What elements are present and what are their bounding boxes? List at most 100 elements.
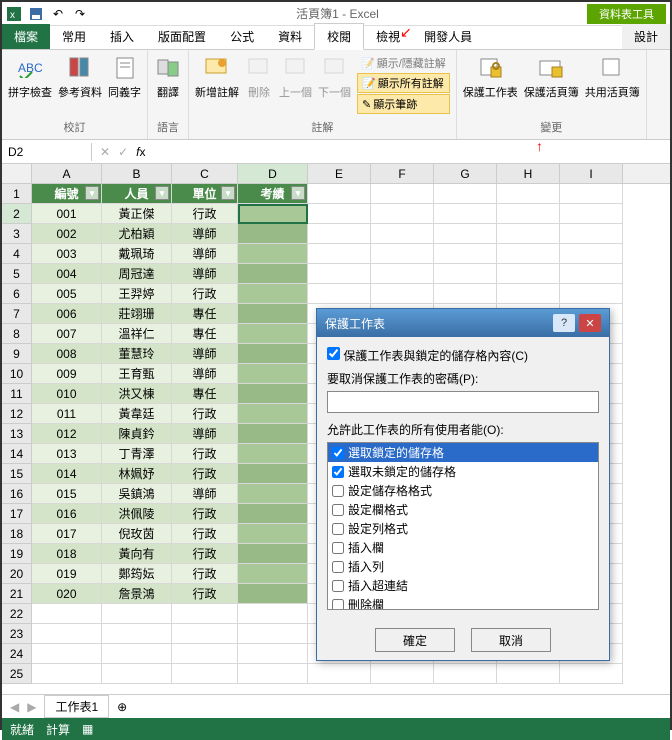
permissions-listbox[interactable]: 選取鎖定的儲存格選取未鎖定的儲存格設定儲存格格式設定欄格式設定列格式插入欄插入列… [327, 442, 599, 610]
col-header-H[interactable]: H [497, 164, 560, 183]
permission-checkbox[interactable] [332, 580, 344, 592]
group-proofing-label: 校訂 [8, 119, 141, 135]
select-all-corner[interactable] [2, 164, 32, 183]
ref-label: 參考資料 [58, 84, 102, 100]
col-header-F[interactable]: F [371, 164, 434, 183]
col-header-C[interactable]: C [172, 164, 238, 183]
table-header[interactable]: 考績▾ [238, 184, 308, 204]
table-row[interactable]: 3 002 尤柏穎 導師 [2, 224, 670, 244]
show-all-comments-button[interactable]: 📝顯示所有註解 [357, 73, 450, 93]
tab-file[interactable]: 檔案 [2, 24, 50, 49]
tab-data[interactable]: 資料 [266, 24, 314, 49]
permission-item[interactable]: 選取未鎖定的儲存格 [328, 462, 598, 481]
enter-icon[interactable]: ✓ [118, 145, 128, 159]
tab-dev[interactable]: 開發人員 [412, 24, 484, 49]
tab-review[interactable]: 校閱 [314, 23, 364, 50]
excel-icon: x [6, 6, 22, 22]
filter-icon[interactable]: ▾ [85, 186, 99, 200]
redo-icon[interactable]: ↷ [72, 6, 88, 22]
permission-item[interactable]: 設定列格式 [328, 519, 598, 538]
password-input[interactable] [327, 391, 599, 413]
permission-item[interactable]: 插入欄 [328, 538, 598, 557]
fx-icon[interactable]: fx [136, 145, 145, 159]
sheet-tab-bar: ◀ ▶ 工作表1 ⊕ [2, 694, 670, 718]
thesaurus-button[interactable]: 同義字 [108, 54, 141, 100]
protect-sheet-dialog: 保護工作表 ? ✕ 保護工作表與鎖定的儲存格內容(C) 要取消保護工作表的密碼(… [316, 308, 610, 661]
show-hide-comment-button: 📝顯示/隱藏註解 [357, 54, 450, 72]
tab-insert[interactable]: 插入 [98, 24, 146, 49]
permission-item[interactable]: 設定儲存格格式 [328, 481, 598, 500]
permission-item[interactable]: 插入超連結 [328, 576, 598, 595]
spell-label: 拼字檢查 [8, 84, 52, 100]
col-header-G[interactable]: G [434, 164, 497, 183]
table-header[interactable]: 編號▾ [32, 184, 102, 204]
permission-item[interactable]: 插入列 [328, 557, 598, 576]
show-ink-button[interactable]: ✎顯示筆跡 [357, 94, 450, 114]
protect-workbook-button[interactable]: 保護活頁簿 [524, 54, 579, 100]
translate-button[interactable]: 翻譯 [154, 54, 182, 100]
table-row[interactable]: 6 005 王羿婷 行政 [2, 284, 670, 304]
sheet-nav-next-icon[interactable]: ▶ [27, 700, 36, 714]
col-header-E[interactable]: E [308, 164, 371, 183]
col-header-D[interactable]: D [238, 164, 308, 183]
svg-text:x: x [10, 10, 15, 21]
permission-item[interactable]: 設定欄格式 [328, 500, 598, 519]
tab-formula[interactable]: 公式 [218, 24, 266, 49]
group-lang-label: 語言 [154, 119, 182, 135]
dialog-close-button[interactable]: ✕ [579, 314, 601, 332]
table-header[interactable]: 人員▾ [102, 184, 172, 204]
table-row[interactable]: 2 001 黃正傑 行政 [2, 204, 670, 224]
filter-icon[interactable]: ▾ [155, 186, 169, 200]
cancel-icon[interactable]: ✕ [100, 145, 110, 159]
add-sheet-icon[interactable]: ⊕ [117, 700, 127, 714]
sheet-nav-prev-icon[interactable]: ◀ [10, 700, 19, 714]
tab-layout[interactable]: 版面配置 [146, 24, 218, 49]
group-changes-label: 變更 [463, 119, 640, 135]
sheet-tab[interactable]: 工作表1 [44, 695, 109, 718]
share-label: 共用活頁簿 [585, 84, 640, 100]
permission-checkbox[interactable] [332, 466, 344, 478]
table-header[interactable]: 單位▾ [172, 184, 238, 204]
permission-checkbox[interactable] [332, 523, 344, 535]
protect-contents-checkbox[interactable]: 保護工作表與鎖定的儲存格內容(C) [327, 347, 599, 364]
table-row[interactable]: 5 004 周冠達 導師 [2, 264, 670, 284]
permission-checkbox[interactable] [332, 599, 344, 611]
permission-item[interactable]: 選取鎖定的儲存格 [328, 443, 598, 462]
tab-home[interactable]: 常用 [50, 24, 98, 49]
next-label: 下一個 [318, 84, 351, 100]
filter-icon[interactable]: ▾ [221, 186, 235, 200]
permission-checkbox[interactable] [332, 447, 344, 459]
ribbon: ABC拼字檢查 參考資料 同義字 校訂 翻譯 語言 新增註解 刪除 上一個 下一… [2, 50, 670, 140]
prev-label: 上一個 [279, 84, 312, 100]
spell-check-button[interactable]: ABC拼字檢查 [8, 54, 52, 100]
permission-checkbox[interactable] [332, 542, 344, 554]
permission-checkbox[interactable] [332, 485, 344, 497]
newcmt-label: 新增註解 [195, 84, 239, 100]
ink-icon: ✎ [362, 98, 371, 111]
comment-icon: 📝 [362, 77, 376, 90]
permission-checkbox[interactable] [332, 504, 344, 516]
col-header-I[interactable]: I [560, 164, 623, 183]
filter-icon[interactable]: ▾ [291, 186, 305, 200]
ok-button[interactable]: 確定 [375, 628, 455, 652]
tab-design[interactable]: 設計 [622, 24, 670, 49]
macro-record-icon[interactable]: ▦ [82, 722, 93, 736]
cancel-button[interactable]: 取消 [471, 628, 551, 652]
share-workbook-button[interactable]: 共用活頁簿 [585, 54, 640, 100]
undo-icon[interactable]: ↶ [50, 6, 66, 22]
permission-checkbox[interactable] [332, 561, 344, 573]
permission-item[interactable]: 刪除欄 [328, 595, 598, 610]
protect-sheet-button[interactable]: 保護工作表 [463, 54, 518, 100]
thes-label: 同義字 [108, 84, 141, 100]
save-icon[interactable] [28, 6, 44, 22]
table-row[interactable]: 4 003 戴珮琦 導師 [2, 244, 670, 264]
dialog-help-button[interactable]: ? [553, 314, 575, 332]
dialog-title-bar[interactable]: 保護工作表 ? ✕ [317, 309, 609, 337]
window-title: 活頁簿1 - Excel [88, 5, 587, 22]
reference-button[interactable]: 參考資料 [58, 54, 102, 100]
name-box[interactable]: D2 [2, 143, 92, 161]
password-label: 要取消保護工作表的密碼(P): [327, 370, 599, 387]
col-header-B[interactable]: B [102, 164, 172, 183]
new-comment-button[interactable]: 新增註解 [195, 54, 239, 100]
col-header-A[interactable]: A [32, 164, 102, 183]
